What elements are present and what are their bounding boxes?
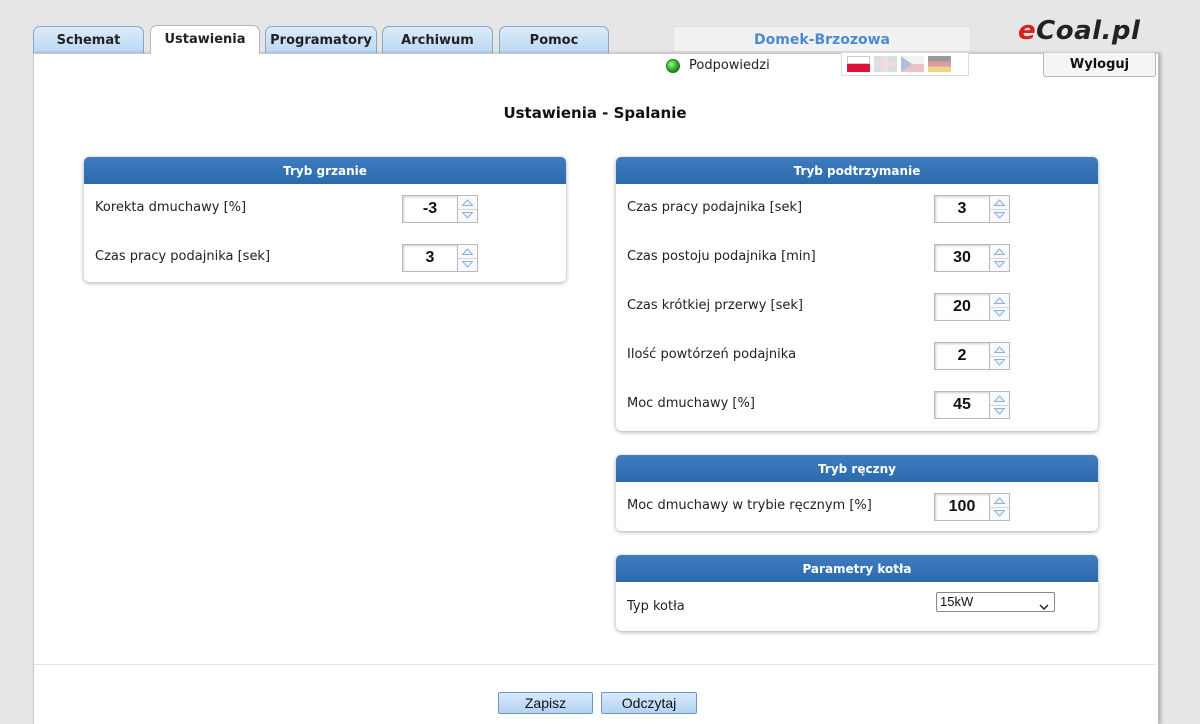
feeder-time-stepper[interactable]: 3 bbox=[402, 244, 478, 272]
manual-blower-power-stepper[interactable]: 100 bbox=[934, 493, 1010, 521]
setting-label: Moc dmuchawy [%] bbox=[627, 396, 755, 411]
manual-mode-card: Tryb ręczny Moc dmuchawy w trybie ręczny… bbox=[616, 455, 1098, 531]
setting-row: Czas pracy podajnika [sek] 3 bbox=[84, 233, 566, 282]
arrow-up-icon[interactable] bbox=[990, 392, 1009, 406]
boiler-type-select[interactable]: 15kW bbox=[936, 592, 1055, 612]
flag-pl-icon[interactable] bbox=[847, 56, 870, 72]
hints-label: Podpowiedzi bbox=[689, 58, 770, 73]
boiler-params-card: Parametry kotła Typ kotła 15kW bbox=[616, 555, 1098, 631]
setting-row: Czas pracy podajnika [sek] 3 bbox=[616, 184, 1098, 233]
ecoal-logo: eCoal.pl bbox=[1018, 16, 1141, 46]
stepper-value[interactable]: 45 bbox=[934, 391, 989, 419]
arrow-up-icon[interactable] bbox=[990, 343, 1009, 357]
arrow-down-icon[interactable] bbox=[990, 357, 1009, 370]
heating-mode-card: Tryb grzanie Korekta dmuchawy [%] -3 Cza… bbox=[84, 157, 566, 282]
blower-power-stepper[interactable]: 45 bbox=[934, 391, 1010, 419]
setting-row: Czas postoju podajnika [min] 30 bbox=[616, 233, 1098, 282]
arrow-down-icon[interactable] bbox=[990, 210, 1009, 223]
sustain-mode-card: Tryb podtrzymanie Czas pracy podajnika [… bbox=[616, 157, 1098, 431]
tab-programatory[interactable]: Programatory bbox=[265, 26, 377, 53]
setting-label: Typ kotła bbox=[627, 599, 685, 614]
tab-ustawienia[interactable]: Ustawienia bbox=[150, 25, 260, 54]
select-value: 15kW bbox=[940, 594, 974, 609]
setting-row: Moc dmuchawy w trybie ręcznym [%] 100 bbox=[616, 482, 1098, 531]
flag-de-icon[interactable] bbox=[928, 56, 951, 72]
stepper-value[interactable]: 3 bbox=[402, 244, 457, 272]
arrow-down-icon[interactable] bbox=[990, 406, 1009, 419]
arrow-down-icon[interactable] bbox=[990, 308, 1009, 321]
flag-gb-icon[interactable] bbox=[874, 56, 897, 72]
arrow-up-icon[interactable] bbox=[990, 294, 1009, 308]
language-selector bbox=[841, 52, 969, 76]
feeder-repeats-stepper[interactable]: 2 bbox=[934, 342, 1010, 370]
divider bbox=[34, 664, 1156, 665]
card-title: Tryb podtrzymanie bbox=[616, 157, 1098, 184]
card-title: Tryb grzanie bbox=[84, 157, 566, 184]
arrow-down-icon[interactable] bbox=[458, 210, 477, 223]
setting-label: Moc dmuchawy w trybie ręcznym [%] bbox=[627, 498, 872, 513]
setting-label: Czas krótkiej przerwy [sek] bbox=[627, 298, 803, 313]
read-button[interactable]: Odczytaj bbox=[601, 692, 697, 714]
flag-cz-icon[interactable] bbox=[901, 56, 924, 72]
logout-button[interactable]: Wyloguj bbox=[1043, 53, 1156, 77]
device-name: Domek-Brzozowa bbox=[673, 26, 971, 52]
arrow-down-icon[interactable] bbox=[458, 259, 477, 272]
tab-archiwum[interactable]: Archiwum bbox=[382, 26, 493, 53]
stepper-value[interactable]: 100 bbox=[934, 493, 989, 521]
setting-row: Korekta dmuchawy [%] -3 bbox=[84, 184, 566, 233]
tab-pomoc[interactable]: Pomoc bbox=[499, 26, 609, 53]
setting-row: Ilość powtórzeń podajnika 2 bbox=[616, 331, 1098, 380]
stepper-value[interactable]: 3 bbox=[934, 195, 989, 223]
setting-label: Czas pracy podajnika [sek] bbox=[95, 249, 271, 264]
stepper-value[interactable]: 2 bbox=[934, 342, 989, 370]
stepper-value[interactable]: 30 bbox=[934, 244, 989, 272]
arrow-up-icon[interactable] bbox=[990, 196, 1009, 210]
setting-label: Ilość powtórzeń podajnika bbox=[627, 347, 797, 362]
hints-toggle[interactable]: Podpowiedzi bbox=[666, 58, 770, 73]
blower-correction-stepper[interactable]: -3 bbox=[402, 195, 478, 223]
card-title: Tryb ręczny bbox=[616, 455, 1098, 482]
chevron-down-icon bbox=[1039, 598, 1049, 616]
feeder-pause-time-stepper[interactable]: 30 bbox=[934, 244, 1010, 272]
stepper-value[interactable]: -3 bbox=[402, 195, 457, 223]
arrow-up-icon[interactable] bbox=[990, 245, 1009, 259]
save-button[interactable]: Zapisz bbox=[498, 692, 593, 714]
setting-label: Czas postoju podajnika [min] bbox=[627, 249, 816, 264]
card-title: Parametry kotła bbox=[616, 555, 1098, 582]
setting-row: Typ kotła 15kW bbox=[616, 582, 1098, 631]
page-title: Ustawienia - Spalanie bbox=[503, 104, 687, 122]
arrow-up-icon[interactable] bbox=[990, 494, 1009, 508]
setting-row: Czas krótkiej przerwy [sek] 20 bbox=[616, 282, 1098, 331]
stepper-value[interactable]: 20 bbox=[934, 293, 989, 321]
setting-row: Moc dmuchawy [%] 45 bbox=[616, 380, 1098, 429]
arrow-up-icon[interactable] bbox=[458, 245, 477, 259]
feeder-work-time-stepper[interactable]: 3 bbox=[934, 195, 1010, 223]
setting-label: Korekta dmuchawy [%] bbox=[95, 200, 247, 215]
short-break-stepper[interactable]: 20 bbox=[934, 293, 1010, 321]
arrow-down-icon[interactable] bbox=[990, 259, 1009, 272]
arrow-down-icon[interactable] bbox=[990, 508, 1009, 521]
setting-label: Czas pracy podajnika [sek] bbox=[627, 200, 803, 215]
arrow-up-icon[interactable] bbox=[458, 196, 477, 210]
status-led-icon bbox=[666, 58, 680, 73]
tab-schemat[interactable]: Schemat bbox=[33, 26, 144, 53]
